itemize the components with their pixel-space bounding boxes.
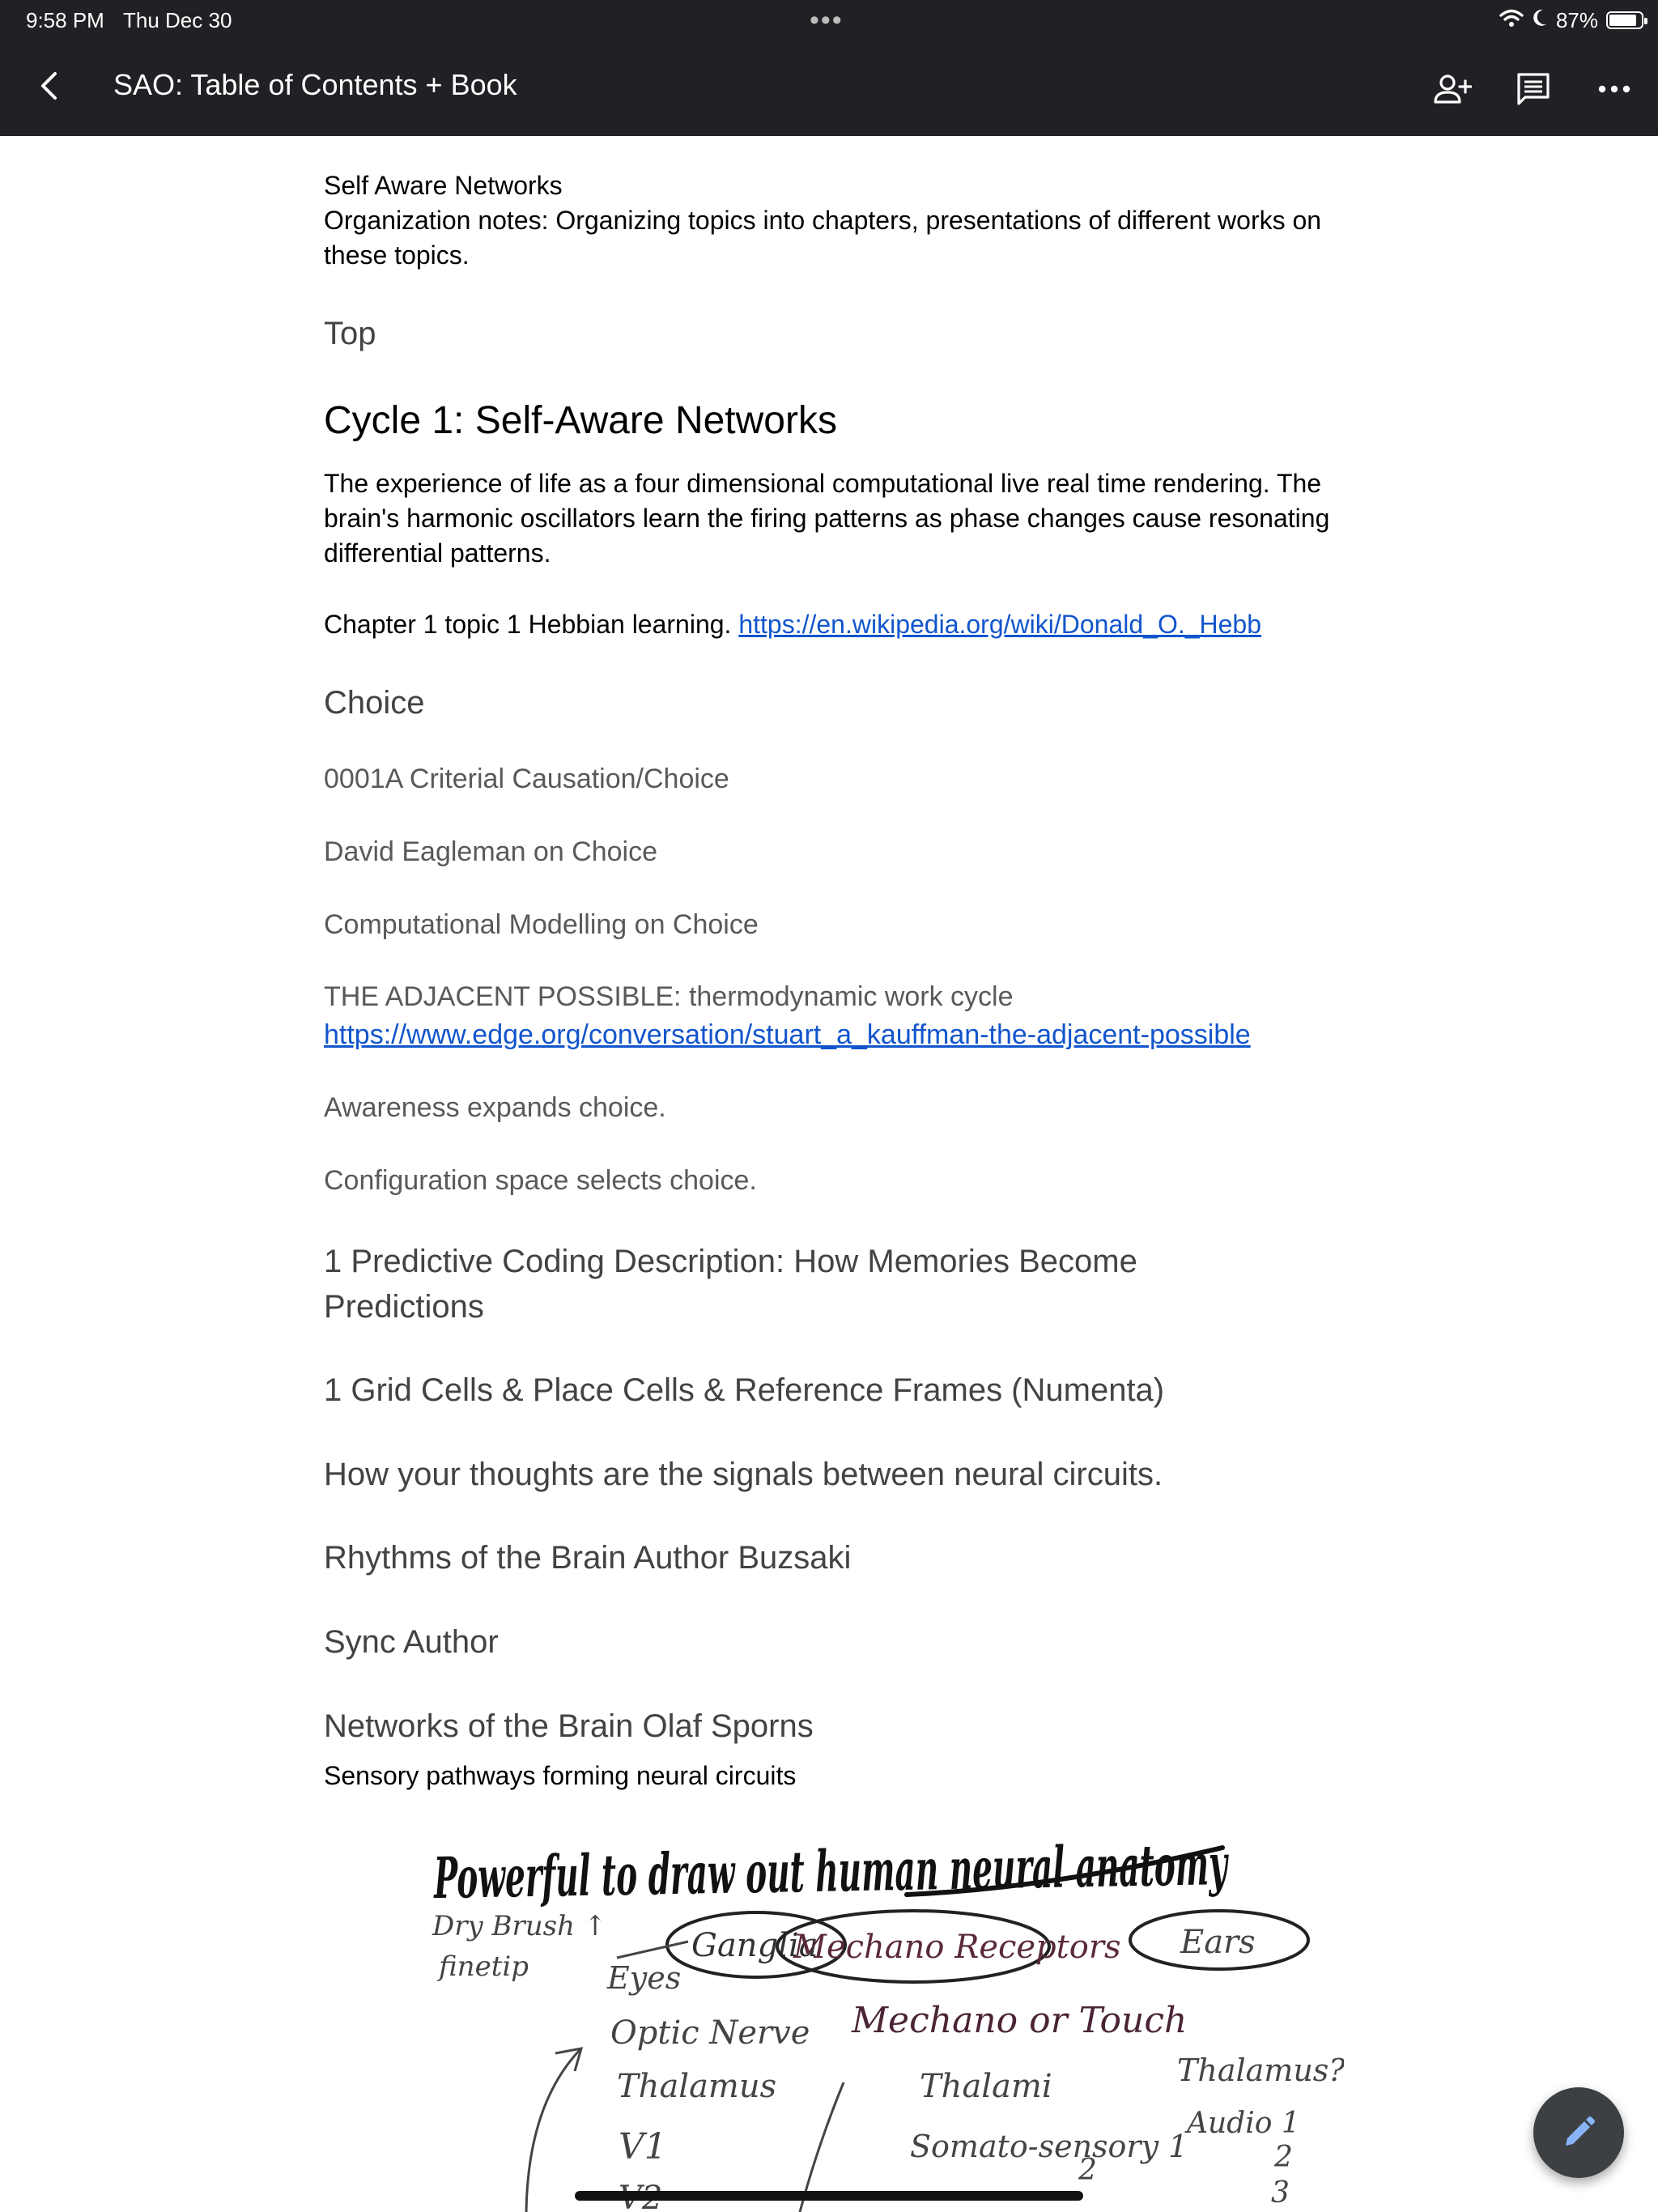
status-date: Thu Dec 30 — [123, 8, 232, 32]
more-options-button[interactable] — [1592, 66, 1637, 112]
configuration-line: Configuration space selects choice. — [324, 1165, 757, 1196]
status-time: 9:58 PM — [26, 8, 104, 32]
awareness-line: Awareness expands choice. — [324, 1092, 666, 1123]
thoughts-heading: How your thoughts are the signals betwee… — [324, 1457, 1163, 1492]
sensory-pathways: Sensory pathways forming neural circuits — [324, 1761, 797, 1790]
comments-button[interactable] — [1511, 66, 1556, 112]
hebb-link[interactable]: https://en.wikipedia.org/wiki/Donald_O._… — [738, 610, 1261, 639]
grid-cells-heading: 1 Grid Cells & Place Cells & Reference F… — [324, 1372, 1165, 1408]
app-bar-actions — [1430, 66, 1637, 112]
somatosensory-label: Somato-sensory 1 — [910, 2129, 1188, 2164]
kauffman-link[interactable]: https://www.edge.org/conversation/stuart… — [324, 1017, 1251, 1053]
cycle-intro: The experience of life as a four dimensi… — [324, 469, 1330, 568]
edit-fab-button[interactable] — [1533, 2087, 1624, 2178]
cycle-heading: Cycle 1: Self-Aware Networks — [324, 399, 837, 442]
eyes-label: Eyes — [606, 1960, 681, 1996]
mechano-touch-label: Mechano or Touch — [851, 2000, 1187, 2041]
rhythms-heading: Rhythms of the Brain Author Buzsaki — [324, 1540, 852, 1576]
multitasking-dots[interactable]: ••• — [810, 5, 844, 36]
brush-note-1: Dry Brush ↑ — [432, 1910, 606, 1942]
back-chevron-icon — [41, 72, 57, 100]
comment-icon — [1517, 73, 1550, 105]
wifi-icon — [1499, 8, 1524, 33]
status-indicators: 87% — [1499, 6, 1647, 34]
choice-item: Computational Modelling on Choice — [324, 909, 759, 940]
battery-percent: 87% — [1555, 7, 1598, 32]
doc-heading-title: Self Aware Networks — [324, 171, 563, 200]
share-button[interactable] — [1430, 66, 1475, 112]
predictive-coding-heading: 1 Predictive Coding Description: How Mem… — [324, 1244, 1137, 1325]
top-heading: Top — [324, 316, 376, 351]
optic-nerve-label: Optic Nerve — [610, 2014, 810, 2052]
battery-icon — [1606, 11, 1647, 29]
back-button[interactable] — [29, 66, 68, 105]
add-person-icon — [1434, 74, 1472, 104]
adjacent-possible: THE ADJACENT POSSIBLE: thermodynamic wor… — [324, 981, 1014, 1012]
sync-heading: Sync Author — [324, 1624, 499, 1660]
thalamus-q-label: Thalamus? — [1177, 2052, 1344, 2088]
choice-item: 0001A Criterial Causation/Choice — [324, 764, 729, 794]
audio-3-label: 3 — [1271, 2176, 1290, 2210]
chapter-line: Chapter 1 topic 1 Hebbian learning. http… — [324, 607, 1261, 642]
v1-label: V1 — [619, 2126, 667, 2167]
organization-notes: Organization notes: Organizing topics in… — [324, 206, 1322, 270]
ears-label: Ears — [1180, 1924, 1256, 1961]
networks-heading: Networks of the Brain Olaf Sporns — [324, 1708, 814, 1744]
more-horizontal-icon — [1598, 85, 1630, 93]
thalamus-1-label: Thalamus — [617, 2068, 776, 2105]
mechano-receptors-label: Mechano Receptors — [793, 1929, 1120, 1966]
chapter-text: Chapter 1 topic 1 Hebbian learning. — [324, 610, 732, 639]
battery-cap — [1644, 18, 1647, 24]
battery-level — [1609, 15, 1636, 26]
audio-2-label: 2 — [1273, 2141, 1293, 2174]
choice-item: David Eagleman on Choice — [324, 836, 658, 867]
home-indicator[interactable] — [575, 2191, 1083, 2201]
document-title: SAO: Table of Contents + Book — [113, 68, 517, 101]
brush-note-2: finetip — [436, 1950, 529, 1983]
thalami-label: Thalami — [920, 2068, 1052, 2105]
moon-icon — [1532, 8, 1548, 33]
choice-heading: Choice — [324, 685, 425, 721]
audio-label: Audio 1 — [1184, 2107, 1300, 2140]
edit-pencil-icon — [1566, 2116, 1595, 2146]
handwritten-drawing: Powerful to draw out human neural anatom… — [432, 1831, 1344, 2212]
somato-2-label: 2 — [1078, 2154, 1097, 2187]
top-bar: 9:58 PM Thu Dec 30 ••• 87% SAO: Table of… — [0, 0, 1658, 136]
